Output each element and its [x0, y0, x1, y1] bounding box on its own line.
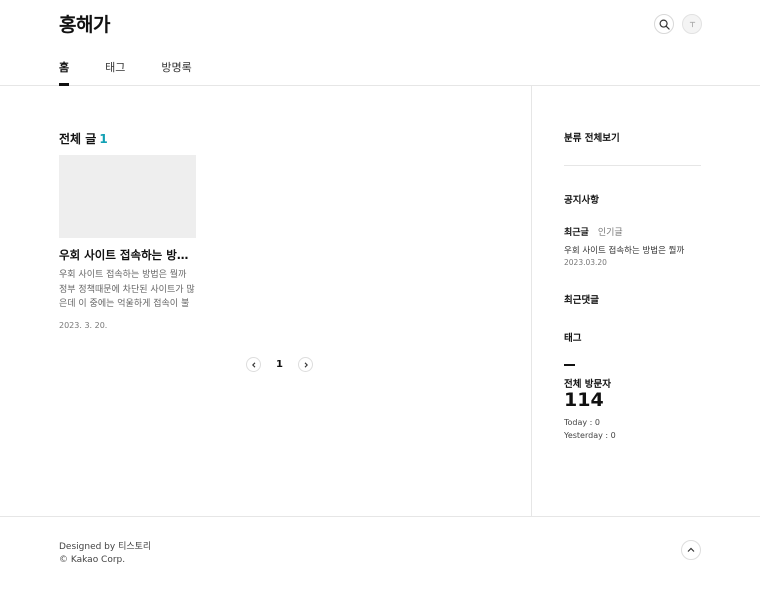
header: 홍해가 홈 태그 방명록 [0, 0, 760, 86]
today-value: 0 [594, 418, 601, 427]
list-title: 전체 글1 [59, 130, 479, 147]
chevron-left-icon [251, 361, 255, 368]
nav-item-label: 방명록 [161, 61, 192, 74]
visitor-divider [564, 364, 575, 366]
list-title-label: 전체 글 [59, 132, 97, 146]
sidebar-divider [564, 165, 701, 166]
post-title[interactable]: 우회 사이트 접속하는 방법은 뭘까 [59, 247, 196, 263]
footer: Designed by 티스토리 © Kakao Corp. [0, 516, 760, 600]
content-divider [531, 86, 532, 516]
tab-popular[interactable]: 인기글 [598, 228, 623, 238]
category-all-link[interactable]: 분류 전체보기 [564, 130, 620, 144]
post-tabs: 최근글 인기글 [564, 225, 623, 238]
recent-post-date: 2023.03.20 [564, 258, 607, 267]
page-number[interactable]: 1 [261, 359, 298, 370]
nav-item-tags[interactable]: 태그 [105, 52, 125, 86]
today-visitors: Today : 0 [564, 418, 601, 427]
scroll-top-button[interactable] [681, 540, 701, 560]
post-summary[interactable]: 우회 사이트 접속하는 방법은 뭘까 정부 정책때문에 차단된 사이트가 많은데… [59, 268, 196, 312]
profile-button[interactable] [682, 14, 702, 34]
post-thumbnail[interactable] [59, 155, 196, 238]
search-button[interactable] [654, 14, 674, 34]
blog-title[interactable]: 홍해가 [59, 10, 110, 37]
chevron-up-icon [687, 547, 695, 552]
profile-icon [689, 21, 695, 27]
main-nav: 홈 태그 방명록 [59, 52, 228, 86]
search-icon [659, 19, 670, 30]
visitors-total: 114 [564, 389, 604, 411]
today-label: Today [564, 418, 588, 427]
post-card[interactable]: 우회 사이트 접속하는 방법은 뭘까 우회 사이트 접속하는 방법은 뭘까 정부… [59, 155, 196, 330]
designed-by[interactable]: Designed by 티스토리 [59, 539, 151, 552]
chevron-right-icon [304, 361, 308, 368]
prev-page-button[interactable] [246, 357, 261, 372]
notice-heading[interactable]: 공지사항 [564, 192, 599, 206]
post-list: 전체 글1 우회 사이트 접속하는 방법은 뭘까 우회 사이트 접속하는 방법은… [59, 130, 479, 330]
recent-post-link[interactable]: 우회 사이트 접속하는 방법은 뭘까 [564, 244, 684, 256]
visitors-label: 전체 방문자 [564, 379, 612, 390]
yesterday-value: 0 [610, 431, 616, 440]
post-count: 1 [99, 132, 108, 146]
tab-recent[interactable]: 최근글 [564, 228, 589, 238]
next-page-button[interactable] [298, 357, 313, 372]
yesterday-visitors: Yesterday : 0 [564, 431, 616, 440]
pagination: 1 [246, 357, 313, 372]
yesterday-label: Yesterday [564, 431, 603, 440]
nav-item-label: 태그 [105, 61, 126, 74]
recent-comments-heading: 최근댓글 [564, 295, 599, 306]
nav-item-label: 홈 [59, 61, 70, 74]
post-date: 2023. 3. 20. [59, 321, 108, 330]
tags-heading: 태그 [564, 333, 582, 344]
copyright: © Kakao Corp. [59, 555, 126, 565]
active-tab-indicator [59, 83, 70, 86]
nav-item-home[interactable]: 홈 [59, 52, 70, 86]
nav-item-guestbook[interactable]: 방명록 [161, 52, 191, 86]
